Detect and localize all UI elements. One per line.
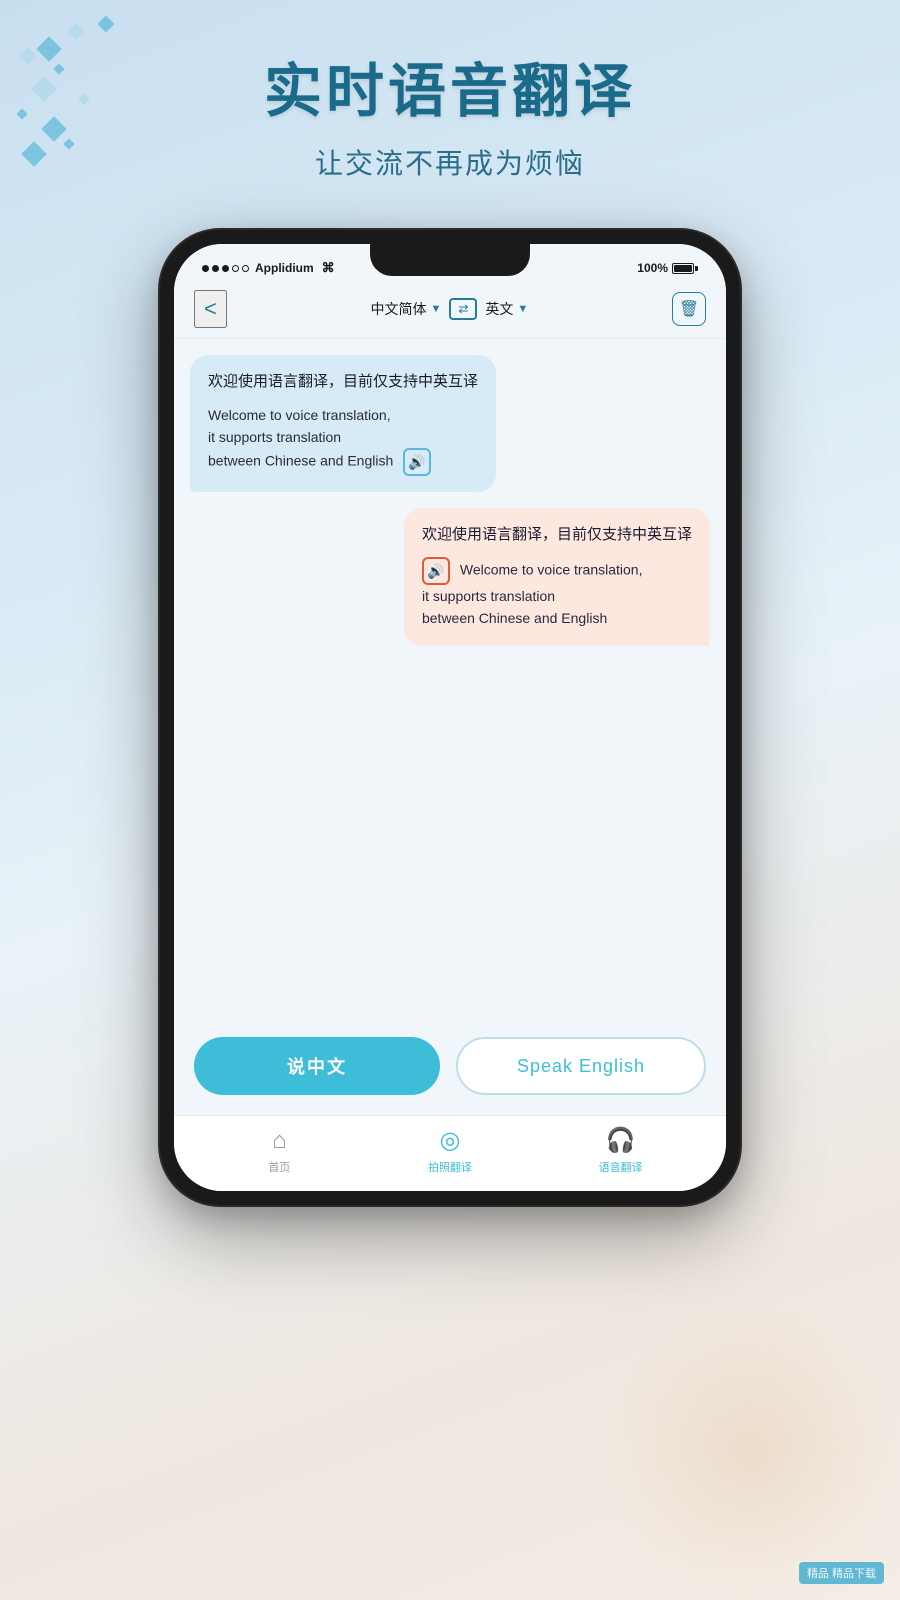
battery-tip (695, 266, 698, 271)
right-audio-play-button[interactable]: 🔊 (422, 557, 450, 585)
carrier-name: Applidium (255, 261, 314, 275)
back-button[interactable]: < (194, 290, 227, 328)
action-buttons: 说中文 Speak English (174, 1019, 726, 1115)
clear-button[interactable]: 🗑 (672, 292, 706, 326)
signal-dot-3 (222, 265, 229, 272)
signal-dot-5 (242, 265, 249, 272)
target-language-label: 英文 (485, 299, 513, 319)
status-left: Applidium ⌘ (202, 260, 335, 276)
battery-icon (672, 263, 698, 274)
tab-voice[interactable]: 🎧 语音翻译 (535, 1126, 706, 1175)
tab-home-label: 首页 (268, 1159, 290, 1175)
left-bubble-chinese: 欢迎使用语言翻译，目前仅支持中英互译 (208, 371, 478, 394)
wifi-icon: ⌘ (322, 260, 335, 276)
right-bubble-english: 🔊 Welcome to voice translation,it suppor… (422, 557, 692, 630)
signal-dots (202, 265, 249, 272)
source-language-dropdown-icon: ▼ (431, 303, 442, 315)
chat-area: 欢迎使用语言翻译，目前仅支持中英互译 Welcome to voice tran… (174, 339, 726, 1019)
top-section: 实时语音翻译 让交流不再成为烦恼 (0, 0, 900, 182)
message-bubble-right: 欢迎使用语言翻译，目前仅支持中英互译 🔊 Welcome to voice tr… (404, 508, 710, 645)
tab-photo[interactable]: ◎ 拍照翻译 (365, 1126, 536, 1175)
headset-icon: 🎧 (606, 1126, 636, 1155)
swap-icon: ⇄ (458, 302, 468, 316)
battery-body (672, 263, 694, 274)
swap-languages-button[interactable]: ⇄ (449, 298, 477, 320)
message-bubble-left: 欢迎使用语言翻译，目前仅支持中英互译 Welcome to voice tran… (190, 355, 496, 492)
right-bubble-chinese: 欢迎使用语言翻译，目前仅支持中英互译 (422, 524, 692, 547)
nav-center: 中文简体 ▼ ⇄ 英文 ▼ (371, 298, 529, 320)
target-language-selector[interactable]: 英文 ▼ (485, 299, 528, 319)
left-audio-play-button[interactable]: 🔊 (403, 448, 431, 476)
main-title: 实时语音翻译 (0, 60, 900, 124)
notch (370, 244, 530, 276)
speak-english-button[interactable]: Speak English (456, 1037, 706, 1095)
tab-home[interactable]: ⌂ 首页 (194, 1127, 365, 1175)
watermark-logo: 精品 (807, 1568, 829, 1580)
source-language-selector[interactable]: 中文简体 ▼ (371, 299, 442, 319)
target-language-dropdown-icon: ▼ (517, 303, 528, 315)
tab-voice-label: 语音翻译 (599, 1159, 643, 1175)
sub-title: 让交流不再成为烦恼 (0, 142, 900, 182)
phone-screen: Applidium ⌘ 11:27 AM 100% < (174, 244, 726, 1191)
source-language-label: 中文简体 (371, 299, 427, 319)
tab-bar: ⌂ 首页 ◎ 拍照翻译 🎧 语音翻译 (174, 1115, 726, 1191)
watermark: 精品 精品下载 (799, 1562, 884, 1584)
phone-wrapper: Applidium ⌘ 11:27 AM 100% < (160, 230, 740, 1205)
camera-icon: ◎ (440, 1126, 461, 1155)
phone-frame: Applidium ⌘ 11:27 AM 100% < (160, 230, 740, 1205)
home-icon: ⌂ (272, 1127, 287, 1155)
tab-photo-label: 拍照翻译 (428, 1159, 472, 1175)
status-right: 100% (637, 261, 698, 275)
signal-dot-4 (232, 265, 239, 272)
watermark-text: 精品下载 (832, 1568, 876, 1580)
signal-dot-2 (212, 265, 219, 272)
nav-bar: < 中文简体 ▼ ⇄ 英文 ▼ 🗑 (174, 282, 726, 339)
left-bubble-english: Welcome to voice translation,it supports… (208, 404, 478, 477)
signal-dot-1 (202, 265, 209, 272)
speak-chinese-button[interactable]: 说中文 (194, 1037, 440, 1095)
trash-icon: 🗑 (679, 299, 699, 319)
battery-percentage: 100% (637, 261, 668, 275)
battery-fill (674, 265, 692, 272)
